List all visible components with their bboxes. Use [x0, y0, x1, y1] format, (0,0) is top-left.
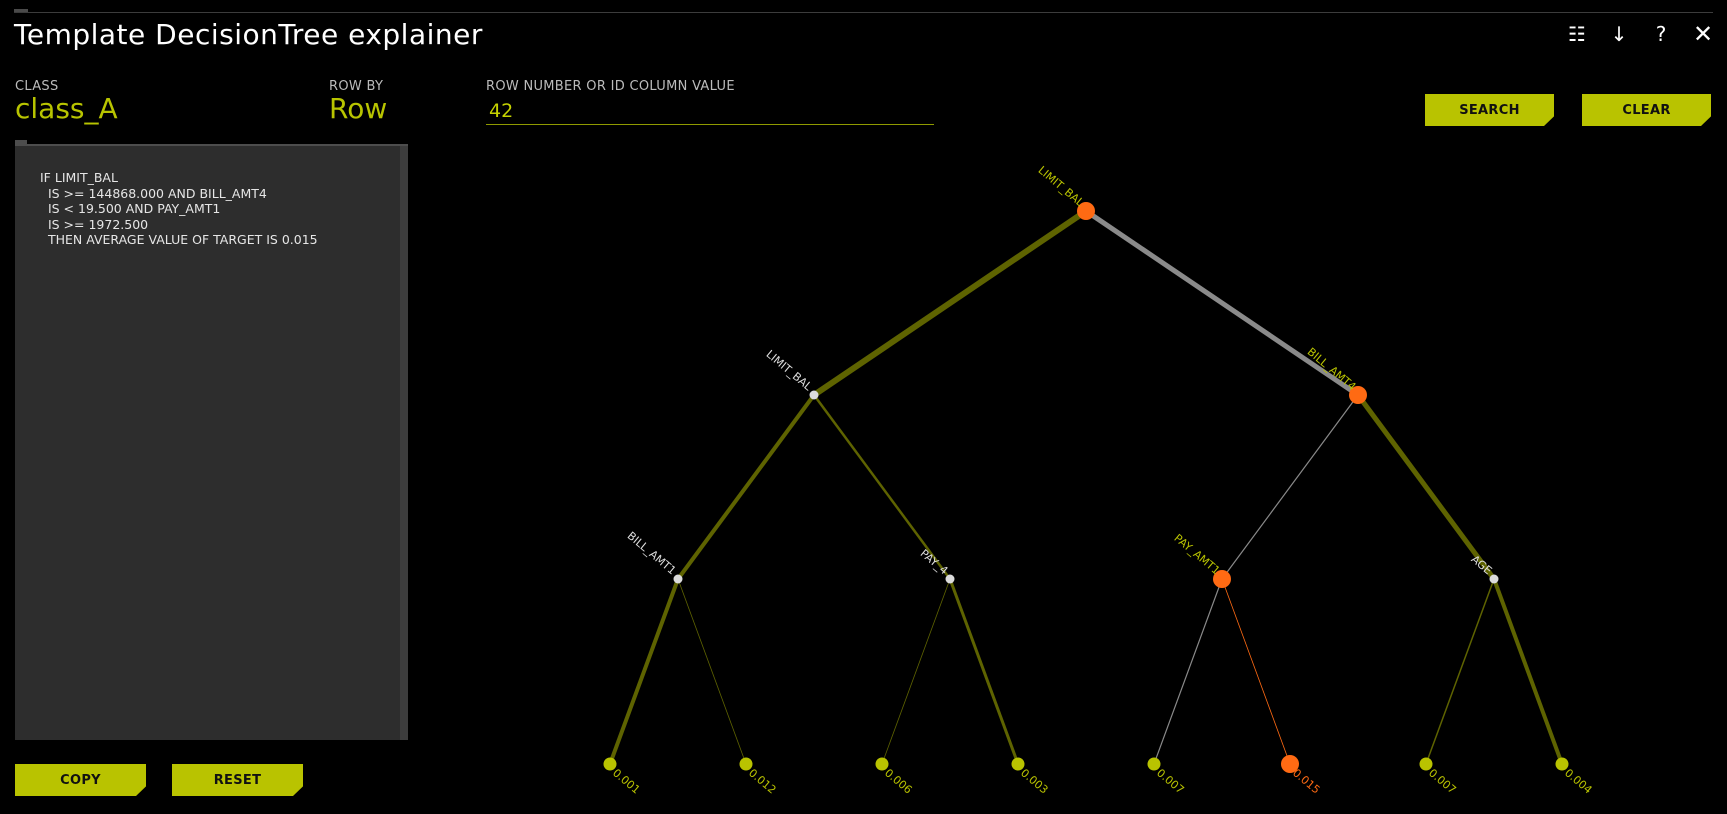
tree-edge-n6-l7 [1492, 578, 1564, 765]
tree-label-l5: 0.015 [1290, 766, 1322, 796]
tree-label-n5: PAY_AMT1 [1172, 532, 1223, 578]
tree-edge-n5-l5 [1221, 578, 1291, 765]
tree-edge-n4-l3 [948, 578, 1020, 765]
tree-label-n2: BILL_AMT4 [1305, 345, 1359, 393]
tree-edge-n3-l1 [677, 578, 747, 765]
tree-edge-n0-n2 [1084, 208, 1360, 398]
tree-node-n3[interactable] [673, 574, 683, 584]
tree-leaf-l3[interactable] [1011, 757, 1025, 771]
tree-label-n4: PAY_4 [918, 547, 951, 577]
tree-label-l3: 0.003 [1018, 766, 1050, 796]
tree-label-n0: LIMIT_BAL [1036, 164, 1088, 210]
tree-label-l4: 0.007 [1154, 766, 1186, 796]
tree-edge-n2-n5 [1221, 394, 1359, 580]
tree-leaf-l2[interactable] [875, 757, 889, 771]
tree-edge-n6-l6 [1425, 578, 1495, 765]
tree-label-l0: 0.001 [610, 766, 642, 796]
tree-label-l7: 0.004 [1562, 766, 1594, 796]
tree-edge-n4-l2 [881, 578, 951, 765]
tree-leaf-l6[interactable] [1419, 757, 1433, 771]
tree-label-l2: 0.006 [882, 766, 914, 796]
tree-label-l6: 0.007 [1426, 766, 1458, 796]
tree-label-l1: 0.012 [746, 766, 778, 796]
tree-leaf-l4[interactable] [1147, 757, 1161, 771]
tree-label-n3: BILL_AMT1 [625, 529, 679, 577]
tree-node-n6[interactable] [1489, 574, 1499, 584]
tree-edge-n2-n6 [1355, 393, 1497, 581]
tree-label-n1: LIMIT_BAL [764, 348, 816, 394]
tree-node-n4[interactable] [945, 574, 955, 584]
tree-node-n1[interactable] [809, 390, 819, 400]
tree-leaf-l7[interactable] [1555, 757, 1569, 771]
tree-edge-n1-n3 [676, 393, 816, 581]
tree-edge-n0-n1 [812, 208, 1088, 398]
tree-edge-n5-l4 [1153, 578, 1223, 765]
tree-leaf-l1[interactable] [739, 757, 753, 771]
tree-edge-n3-l0 [608, 578, 680, 765]
tree-leaf-l0[interactable] [603, 757, 617, 771]
decision-tree-chart: LIMIT_BAL LIMIT_BAL BILL_AMT4 BILL_AMT1 PAY_… [603, 164, 1595, 797]
